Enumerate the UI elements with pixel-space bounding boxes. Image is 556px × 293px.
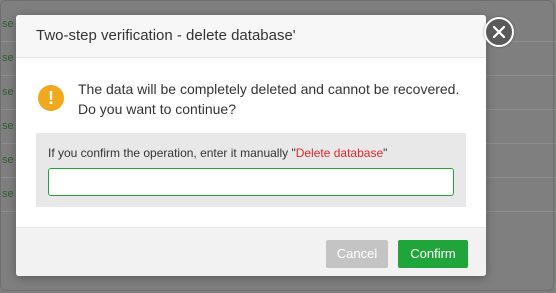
dialog-header: Two-step verification - delete database'	[16, 15, 486, 58]
delete-database-dialog: Two-step verification - delete database'…	[16, 15, 514, 276]
close-button[interactable]	[484, 17, 514, 47]
confirm-button[interactable]: Confirm	[398, 240, 468, 268]
confirm-prompt-end: "	[383, 146, 388, 160]
confirm-phrase-input[interactable]	[48, 168, 454, 196]
warning-message: The data will be completely deleted and …	[78, 79, 478, 119]
close-icon	[493, 26, 505, 38]
confirm-prompt: If you confirm the operation, enter it m…	[48, 146, 387, 160]
warning-message-line2: Do you want to continue?	[78, 101, 236, 117]
dialog-title: Two-step verification - delete database'	[36, 27, 296, 44]
confirm-phrase: Delete database	[295, 146, 384, 160]
exclamation-icon: !	[38, 85, 64, 111]
warning-message-line1: The data will be completely deleted and …	[78, 81, 460, 97]
cancel-button[interactable]: Cancel	[326, 240, 388, 268]
confirm-prompt-text: If you confirm the operation, enter it m…	[48, 146, 296, 160]
confirm-section: If you confirm the operation, enter it m…	[36, 133, 466, 207]
dialog-footer: Cancel Confirm	[16, 227, 486, 276]
